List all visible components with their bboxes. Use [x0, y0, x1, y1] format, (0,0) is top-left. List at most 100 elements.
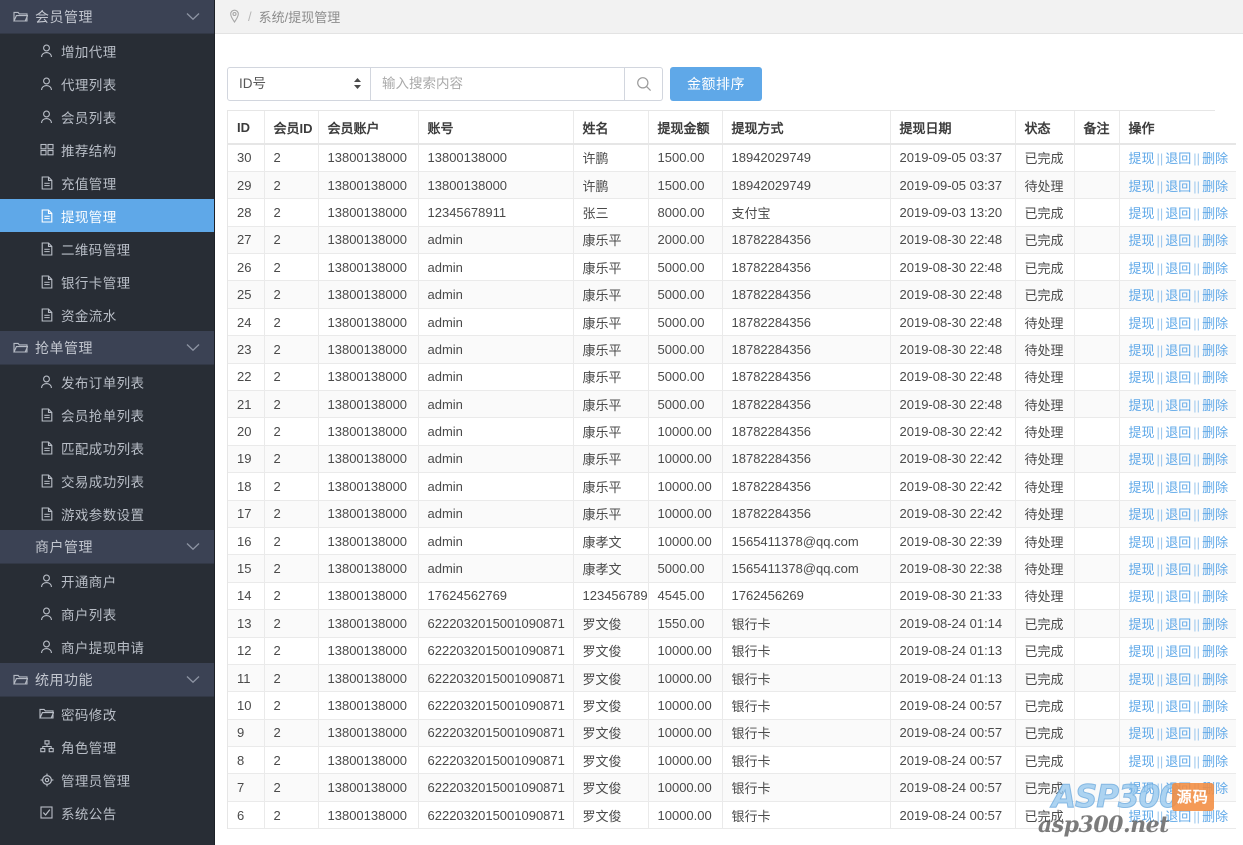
- sidebar-item-二维码管理[interactable]: 二维码管理: [0, 232, 214, 265]
- row-delete-link[interactable]: 删除: [1202, 398, 1228, 413]
- row-refund-link[interactable]: 退回: [1165, 343, 1191, 358]
- row-delete-link[interactable]: 删除: [1202, 589, 1228, 604]
- row-delete-link[interactable]: 删除: [1202, 507, 1228, 522]
- row-withdraw-link[interactable]: 提现: [1129, 644, 1155, 659]
- row-refund-link[interactable]: 退回: [1165, 781, 1191, 796]
- row-delete-link[interactable]: 删除: [1202, 480, 1228, 495]
- sidebar-item-商户列表[interactable]: 商户列表: [0, 597, 214, 630]
- sidebar-item-增加代理[interactable]: 增加代理: [0, 34, 214, 67]
- row-delete-link[interactable]: 删除: [1202, 425, 1228, 440]
- row-withdraw-link[interactable]: 提现: [1129, 617, 1155, 632]
- row-delete-link[interactable]: 删除: [1202, 562, 1228, 577]
- row-refund-link[interactable]: 退回: [1165, 288, 1191, 303]
- row-delete-link[interactable]: 删除: [1202, 288, 1228, 303]
- row-withdraw-link[interactable]: 提现: [1129, 562, 1155, 577]
- row-withdraw-link[interactable]: 提现: [1129, 261, 1155, 276]
- row-refund-link[interactable]: 退回: [1165, 452, 1191, 467]
- row-refund-link[interactable]: 退回: [1165, 179, 1191, 194]
- row-refund-link[interactable]: 退回: [1165, 316, 1191, 331]
- row-delete-link[interactable]: 删除: [1202, 370, 1228, 385]
- row-delete-link[interactable]: 删除: [1202, 726, 1228, 741]
- row-withdraw-link[interactable]: 提现: [1129, 316, 1155, 331]
- sidebar-item-推荐结构[interactable]: 推荐结构: [0, 133, 214, 166]
- row-delete-link[interactable]: 删除: [1202, 179, 1228, 194]
- row-delete-link[interactable]: 删除: [1202, 261, 1228, 276]
- row-withdraw-link[interactable]: 提现: [1129, 179, 1155, 194]
- sidebar-item-匹配成功列表[interactable]: 匹配成功列表: [0, 431, 214, 464]
- row-refund-link[interactable]: 退回: [1165, 617, 1191, 632]
- row-delete-link[interactable]: 删除: [1202, 233, 1228, 248]
- chevron-down-icon[interactable]: [186, 343, 200, 352]
- row-delete-link[interactable]: 删除: [1202, 535, 1228, 550]
- row-refund-link[interactable]: 退回: [1165, 644, 1191, 659]
- row-delete-link[interactable]: 删除: [1202, 754, 1228, 769]
- sidebar-item-角色管理[interactable]: 角色管理: [0, 730, 214, 763]
- row-refund-link[interactable]: 退回: [1165, 754, 1191, 769]
- row-refund-link[interactable]: 退回: [1165, 206, 1191, 221]
- sidebar-item-游戏参数设置[interactable]: 游戏参数设置: [0, 497, 214, 530]
- sidebar-item-会员抢单列表[interactable]: 会员抢单列表: [0, 398, 214, 431]
- chevron-down-icon[interactable]: [186, 675, 200, 684]
- chevron-down-icon[interactable]: [186, 542, 200, 551]
- sidebar-item-系统公告[interactable]: 系统公告: [0, 796, 214, 829]
- row-refund-link[interactable]: 退回: [1165, 507, 1191, 522]
- row-refund-link[interactable]: 退回: [1165, 562, 1191, 577]
- row-delete-link[interactable]: 删除: [1202, 206, 1228, 221]
- row-delete-link[interactable]: 删除: [1202, 343, 1228, 358]
- row-delete-link[interactable]: 删除: [1202, 151, 1228, 166]
- row-withdraw-link[interactable]: 提现: [1129, 288, 1155, 303]
- row-withdraw-link[interactable]: 提现: [1129, 507, 1155, 522]
- row-refund-link[interactable]: 退回: [1165, 726, 1191, 741]
- row-refund-link[interactable]: 退回: [1165, 699, 1191, 714]
- row-delete-link[interactable]: 删除: [1202, 781, 1228, 796]
- row-refund-link[interactable]: 退回: [1165, 589, 1191, 604]
- sidebar-item-交易成功列表[interactable]: 交易成功列表: [0, 464, 214, 497]
- row-withdraw-link[interactable]: 提现: [1129, 343, 1155, 358]
- sidebar-item-商户提现申请[interactable]: 商户提现申请: [0, 630, 214, 663]
- row-withdraw-link[interactable]: 提现: [1129, 206, 1155, 221]
- row-refund-link[interactable]: 退回: [1165, 370, 1191, 385]
- row-withdraw-link[interactable]: 提现: [1129, 781, 1155, 796]
- search-button[interactable]: [625, 67, 663, 101]
- sidebar-item-发布订单列表[interactable]: 发布订单列表: [0, 365, 214, 398]
- row-withdraw-link[interactable]: 提现: [1129, 754, 1155, 769]
- sidebar-item-代理列表[interactable]: 代理列表: [0, 67, 214, 100]
- row-refund-link[interactable]: 退回: [1165, 425, 1191, 440]
- sidebar-item-密码修改[interactable]: 密码修改: [0, 697, 214, 730]
- row-withdraw-link[interactable]: 提现: [1129, 672, 1155, 687]
- row-withdraw-link[interactable]: 提现: [1129, 809, 1155, 824]
- row-withdraw-link[interactable]: 提现: [1129, 726, 1155, 741]
- sidebar-item-会员列表[interactable]: 会员列表: [0, 100, 214, 133]
- sidebar-group-member[interactable]: 会员管理: [0, 0, 214, 34]
- row-withdraw-link[interactable]: 提现: [1129, 425, 1155, 440]
- row-withdraw-link[interactable]: 提现: [1129, 370, 1155, 385]
- search-type-select[interactable]: ID号: [227, 67, 371, 101]
- amount-sort-button[interactable]: 金额排序: [670, 67, 762, 101]
- row-withdraw-link[interactable]: 提现: [1129, 699, 1155, 714]
- row-withdraw-link[interactable]: 提现: [1129, 452, 1155, 467]
- row-delete-link[interactable]: 删除: [1202, 644, 1228, 659]
- row-refund-link[interactable]: 退回: [1165, 480, 1191, 495]
- row-withdraw-link[interactable]: 提现: [1129, 398, 1155, 413]
- row-refund-link[interactable]: 退回: [1165, 151, 1191, 166]
- row-withdraw-link[interactable]: 提现: [1129, 480, 1155, 495]
- sidebar-item-资金流水[interactable]: 资金流水: [0, 298, 214, 331]
- sidebar-group-grab[interactable]: 抢单管理: [0, 331, 214, 365]
- row-refund-link[interactable]: 退回: [1165, 809, 1191, 824]
- sidebar-item-提现管理[interactable]: 提现管理: [0, 199, 214, 232]
- row-refund-link[interactable]: 退回: [1165, 672, 1191, 687]
- row-delete-link[interactable]: 删除: [1202, 452, 1228, 467]
- row-refund-link[interactable]: 退回: [1165, 233, 1191, 248]
- row-withdraw-link[interactable]: 提现: [1129, 535, 1155, 550]
- row-delete-link[interactable]: 删除: [1202, 699, 1228, 714]
- row-withdraw-link[interactable]: 提现: [1129, 589, 1155, 604]
- row-refund-link[interactable]: 退回: [1165, 398, 1191, 413]
- sidebar-item-开通商户[interactable]: 开通商户: [0, 564, 214, 597]
- sidebar-item-管理员管理[interactable]: 管理员管理: [0, 763, 214, 796]
- search-input[interactable]: [371, 67, 625, 101]
- row-refund-link[interactable]: 退回: [1165, 261, 1191, 276]
- chevron-down-icon[interactable]: [186, 12, 200, 21]
- sidebar-item-充值管理[interactable]: 充值管理: [0, 166, 214, 199]
- sidebar-group-merchant[interactable]: 商户管理: [0, 530, 214, 564]
- row-delete-link[interactable]: 删除: [1202, 672, 1228, 687]
